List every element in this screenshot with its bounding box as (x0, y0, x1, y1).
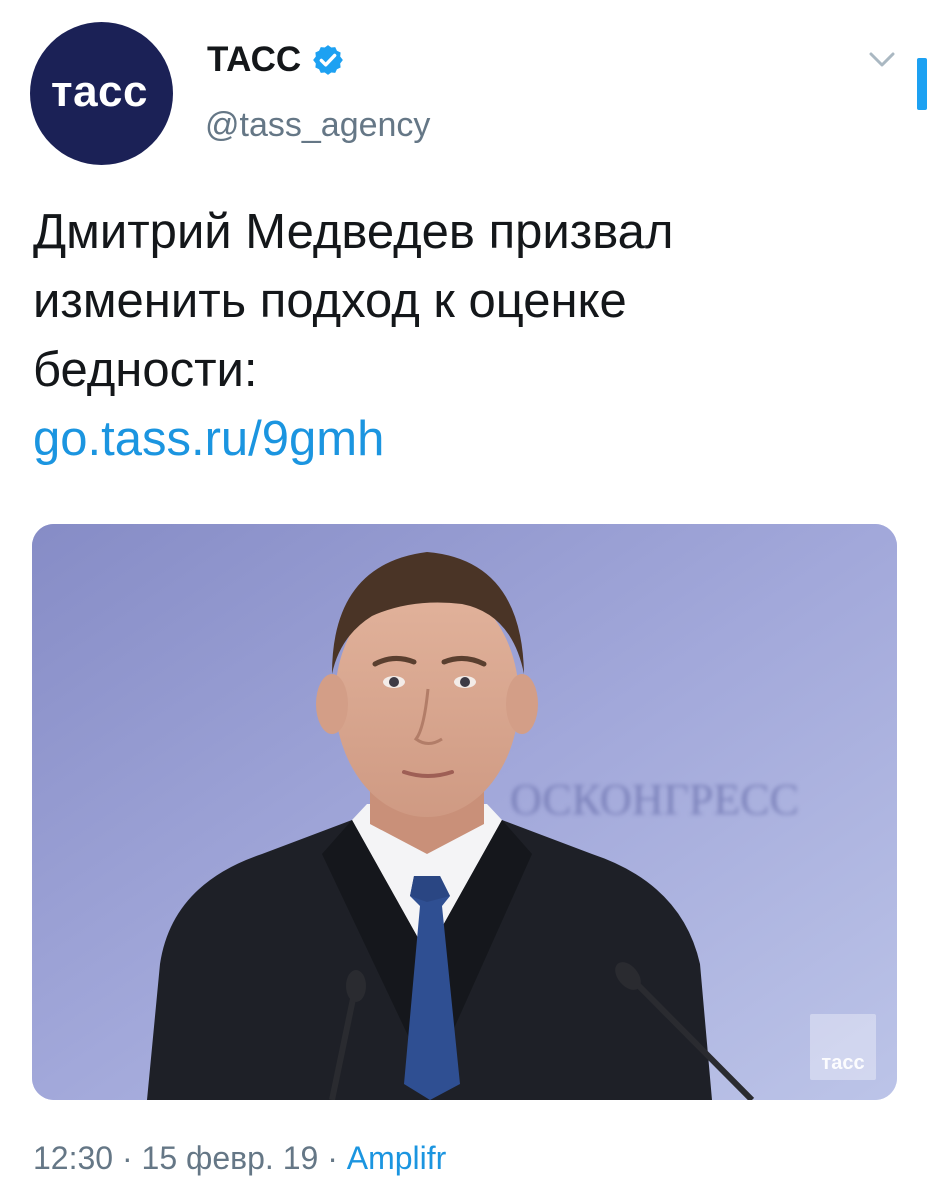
tweet-text-line: изменить подход к оценке (33, 274, 627, 328)
avatar-logo-text: тасс (51, 66, 148, 116)
backdrop-text: ОСКОНГРЕСС (510, 775, 799, 824)
chevron-down-icon[interactable] (868, 50, 896, 70)
photo-illustration: ОСКОНГРЕСС тасс (32, 524, 897, 1100)
avatar[interactable]: тасс (30, 22, 173, 165)
tweet-photo[interactable]: ОСКОНГРЕСС тасс (32, 524, 897, 1100)
verified-badge-icon (313, 45, 344, 75)
tweet-text-line: бедности: (33, 343, 258, 397)
tweet-meta: 12:30 · 15 февр. 19 · Amplifr (33, 1140, 446, 1177)
author-name[interactable]: ТАСС (207, 40, 345, 80)
tweet-text: Дмитрий Медведев призвал изменить подход… (33, 198, 873, 474)
display-name[interactable]: ТАСС (207, 40, 301, 80)
tweet-link[interactable]: go.tass.ru/9gmh (33, 405, 873, 474)
meta-separator: · (318, 1140, 347, 1176)
watermark-text: тасс (821, 1052, 864, 1074)
author-handle[interactable]: @tass_agency (205, 106, 430, 145)
scroll-indicator (917, 58, 927, 110)
tweet-text-line: Дмитрий Медведев призвал (33, 205, 674, 259)
meta-separator: · (113, 1140, 142, 1176)
tweet-source[interactable]: Amplifr (347, 1140, 447, 1176)
tweet-date[interactable]: 15 февр. 19 (142, 1140, 319, 1176)
tweet-time[interactable]: 12:30 (33, 1140, 113, 1176)
